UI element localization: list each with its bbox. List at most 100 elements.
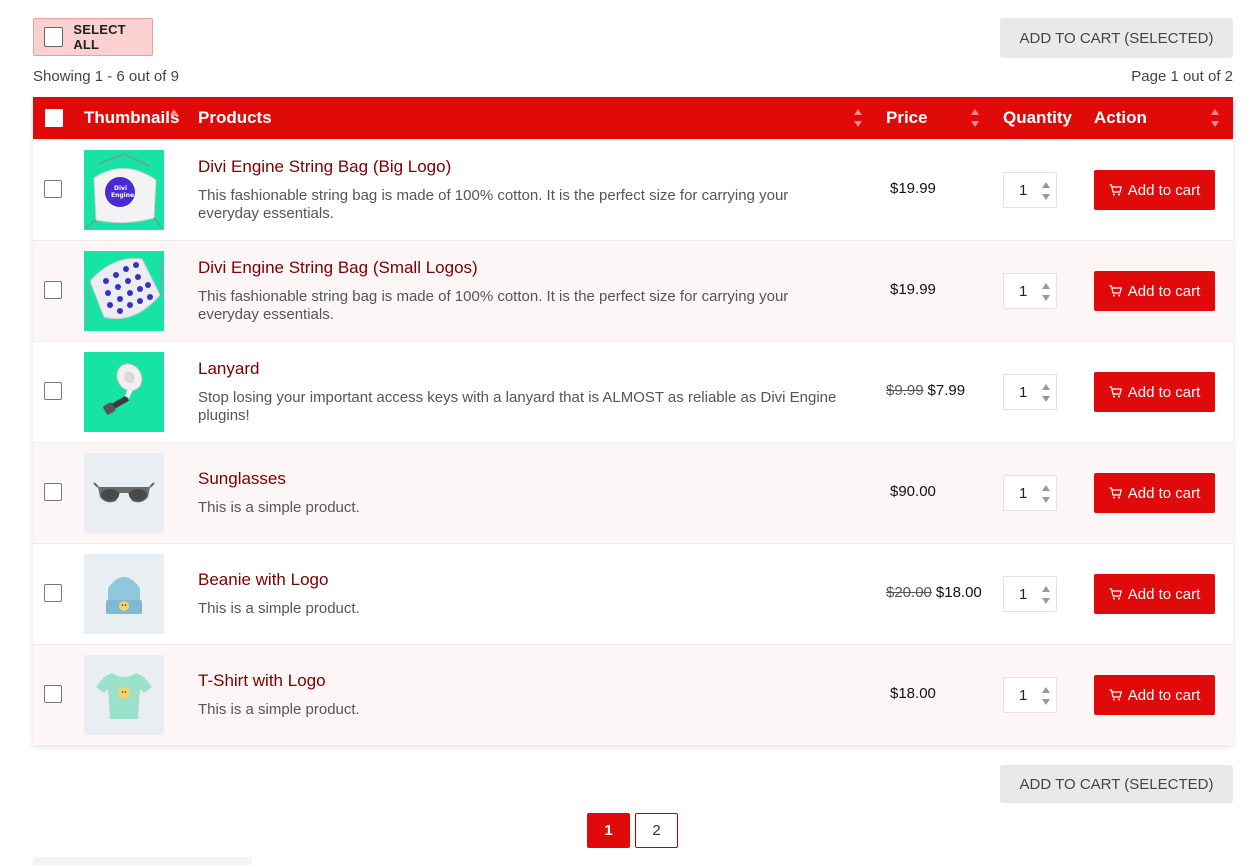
old-price: $20.00 — [886, 584, 932, 601]
product-name[interactable]: Divi Engine String Bag (Big Logo) — [198, 157, 451, 177]
quantity-value: 1 — [1019, 586, 1028, 603]
header-action: Action — [1094, 108, 1147, 127]
product-description: This fashionable string bag is made of 1… — [198, 187, 789, 222]
table-row: Divi Engine String Bag (Small Logos) Thi… — [33, 240, 1233, 341]
add-selected-to-cart-button-bottom[interactable]: ADD TO CART (SELECTED) — [1000, 765, 1233, 803]
add-to-cart-label: Add to cart — [1127, 181, 1201, 199]
table-row: Beanie with Logo This is a simple produc… — [33, 543, 1233, 644]
row-checkbox[interactable] — [44, 483, 62, 501]
header-checkbox[interactable] — [45, 109, 63, 127]
pagination: 1 2 — [587, 813, 678, 848]
string-bag-small-logos-image — [84, 251, 164, 331]
price-sort-icon[interactable] — [970, 109, 980, 127]
product-thumbnail[interactable] — [84, 554, 164, 634]
product-thumbnail[interactable] — [84, 453, 164, 533]
current-price: $19.99 — [890, 281, 936, 298]
product-price: $9.99 $7.99 — [886, 382, 965, 399]
cart-icon — [1109, 386, 1122, 398]
add-to-cart-label: Add to cart — [1127, 484, 1201, 502]
table-row: Lanyard Stop losing your important acces… — [33, 341, 1233, 442]
add-to-cart-button[interactable]: Add to cart — [1094, 574, 1215, 614]
current-price: $18.00 — [890, 685, 936, 702]
add-to-cart-button[interactable]: Add to cart — [1094, 675, 1215, 715]
product-thumbnail[interactable] — [84, 655, 164, 735]
add-to-cart-label: Add to cart — [1127, 282, 1201, 300]
lanyard-image — [84, 352, 164, 432]
cart-icon — [1109, 184, 1122, 196]
quantity-spinner-icon[interactable] — [1041, 586, 1051, 604]
add-to-cart-button[interactable]: Add to cart — [1094, 271, 1215, 311]
product-description: This fashionable string bag is made of 1… — [198, 288, 789, 323]
add-selected-to-cart-button[interactable]: ADD TO CART (SELECTED) — [1000, 18, 1233, 58]
action-sort-icon[interactable] — [1210, 109, 1220, 127]
old-price: $9.99 — [886, 382, 924, 399]
product-name[interactable]: Beanie with Logo — [198, 570, 328, 590]
add-to-cart-button[interactable]: Add to cart — [1094, 473, 1215, 513]
row-checkbox[interactable] — [44, 685, 62, 703]
beanie-image — [84, 554, 164, 634]
product-price: $20.00 $18.00 — [886, 584, 982, 601]
quantity-spinner-icon[interactable] — [1041, 687, 1051, 705]
quantity-value: 1 — [1019, 687, 1028, 704]
showing-count: Showing 1 - 6 out of 9 — [33, 68, 179, 85]
footer-stub — [33, 857, 252, 865]
quantity-input[interactable]: 1 — [1003, 475, 1057, 511]
row-checkbox[interactable] — [44, 281, 62, 299]
current-price: $7.99 — [927, 382, 966, 399]
header-quantity: Quantity — [1003, 108, 1072, 127]
table-header: Thumbnails Products Price Quantity Actio… — [33, 97, 1233, 139]
add-to-cart-button[interactable]: Add to cart — [1094, 372, 1215, 412]
quantity-value: 1 — [1019, 182, 1028, 199]
header-price[interactable]: Price — [886, 97, 928, 139]
header-select-all-checkbox-cell[interactable] — [45, 97, 63, 139]
thumbnails-sort-icon[interactable] — [169, 109, 179, 127]
header-thumbnails[interactable]: Thumbnails — [84, 97, 179, 139]
quantity-input[interactable]: 1 — [1003, 374, 1057, 410]
add-to-cart-button[interactable]: Add to cart — [1094, 170, 1215, 210]
quantity-value: 1 — [1019, 384, 1028, 401]
products-sort-icon[interactable] — [853, 109, 863, 127]
row-checkbox[interactable] — [44, 180, 62, 198]
top-toolbar: SELECT ALL ADD TO CART (SELECTED) — [33, 18, 1233, 58]
product-price: $90.00 — [886, 483, 936, 500]
current-price: $18.00 — [935, 584, 982, 601]
product-description: This is a simple product. — [198, 701, 360, 718]
table-row: T-Shirt with Logo This is a simple produ… — [33, 644, 1233, 745]
select-all-label: SELECT ALL — [73, 22, 126, 52]
cart-icon — [1109, 285, 1122, 297]
quantity-spinner-icon[interactable] — [1041, 384, 1051, 402]
product-table: Thumbnails Products Price Quantity Actio… — [33, 97, 1233, 745]
quantity-input[interactable]: 1 — [1003, 576, 1057, 612]
header-products[interactable]: Products — [198, 97, 272, 139]
quantity-spinner-icon[interactable] — [1041, 283, 1051, 301]
cart-icon — [1109, 588, 1122, 600]
product-name[interactable]: Divi Engine String Bag (Small Logos) — [198, 258, 478, 278]
select-all-button[interactable]: SELECT ALL — [33, 18, 153, 56]
quantity-spinner-icon[interactable] — [1041, 485, 1051, 503]
page-button-2[interactable]: 2 — [635, 813, 678, 848]
product-name[interactable]: T-Shirt with Logo — [198, 671, 326, 691]
quantity-spinner-icon[interactable] — [1041, 182, 1051, 200]
quantity-input[interactable]: 1 — [1003, 677, 1057, 713]
cart-icon — [1109, 487, 1122, 499]
page-button-1[interactable]: 1 — [587, 813, 630, 848]
tshirt-image — [84, 655, 164, 735]
product-name[interactable]: Sunglasses — [198, 469, 286, 489]
sunglasses-image — [84, 453, 164, 533]
row-checkbox[interactable] — [44, 382, 62, 400]
product-price: $19.99 — [886, 180, 936, 197]
product-thumbnail[interactable] — [84, 251, 164, 331]
bag-logo-text-2: Engine — [111, 192, 134, 199]
string-bag-big-logo-image: Divi Engine — [84, 150, 164, 230]
page-indicator: Page 1 out of 2 — [1131, 68, 1233, 85]
select-all-checkbox[interactable] — [44, 27, 64, 47]
row-checkbox[interactable] — [44, 584, 62, 602]
table-row: Divi Engine Divi Engine String Bag (Big … — [33, 139, 1233, 240]
product-thumbnail[interactable] — [84, 352, 164, 432]
quantity-value: 1 — [1019, 485, 1028, 502]
quantity-input[interactable]: 1 — [1003, 172, 1057, 208]
quantity-input[interactable]: 1 — [1003, 273, 1057, 309]
product-thumbnail[interactable]: Divi Engine — [84, 150, 164, 230]
product-name[interactable]: Lanyard — [198, 359, 259, 379]
product-description: This is a simple product. — [198, 499, 360, 516]
